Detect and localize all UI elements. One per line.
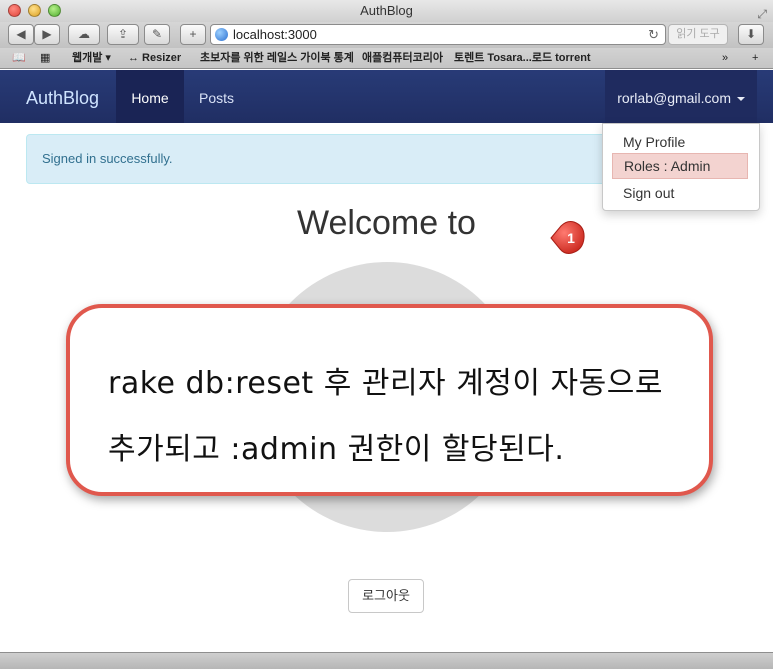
bookmark-item[interactable]: 토렌트 Tosara...로드 torrent	[454, 48, 591, 69]
address-url: localhost:3000	[233, 27, 317, 42]
menu-item-sign-out[interactable]: Sign out	[603, 180, 759, 206]
share-icon[interactable]: ⇪	[107, 24, 139, 45]
new-tab-button[interactable]: +	[180, 24, 206, 45]
callout-line-2: 추가되고 :admin 권한이 할당된다.	[108, 432, 565, 467]
bookmark-item[interactable]: ↔ Resizer	[128, 48, 181, 69]
address-bar[interactable]: localhost:3000 ↻	[210, 24, 666, 45]
bookmark-item[interactable]: 웹개발 ▾	[72, 48, 111, 69]
reader-button[interactable]: 읽기 도구	[668, 24, 728, 45]
zoom-window-button[interactable]	[48, 4, 61, 17]
caret-down-icon	[737, 97, 745, 102]
annotation-callout: rake db:reset 후 관리자 계정이 자동으로 추가되고 :admin…	[66, 304, 713, 496]
top-sites-icon[interactable]: ▦	[40, 48, 50, 69]
bookmarks-bar: 📖 ▦ 웹개발 ▾ ↔ Resizer 초보자를 위한 레일스 가이북 통계 애…	[0, 48, 773, 69]
nav-home-link[interactable]: Home	[116, 70, 184, 123]
more-bookmarks-icon[interactable]: »	[722, 48, 728, 69]
user-dropdown-menu: My Profile Roles : Admin Sign out	[602, 123, 760, 211]
status-bar	[0, 652, 773, 669]
browser-window: AuthBlog ⤢ ◀ ▶ ☁ ⇪ ✎ + localhost:3000 ↻ …	[0, 0, 773, 669]
nav-posts-link[interactable]: Posts	[199, 70, 234, 126]
window-title: AuthBlog	[360, 3, 413, 18]
reading-list-icon[interactable]: 📖	[12, 48, 26, 69]
user-menu-toggle[interactable]: rorlab@gmail.com	[605, 70, 757, 126]
wrench-icon[interactable]: ✎	[144, 24, 170, 45]
globe-icon	[215, 28, 228, 41]
add-tab-icon[interactable]: +	[752, 48, 758, 69]
back-button[interactable]: ◀	[8, 24, 34, 45]
bookmark-item[interactable]: 애플컴퓨터코리아	[362, 48, 443, 69]
forward-button[interactable]: ▶	[34, 24, 60, 45]
user-email: rorlab@gmail.com	[617, 90, 731, 106]
annotation-badge: 1	[550, 221, 585, 254]
menu-item-my-profile[interactable]: My Profile	[603, 129, 759, 155]
menu-item-roles[interactable]: Roles : Admin	[612, 153, 748, 179]
downloads-icon[interactable]: ⬇	[738, 24, 764, 45]
browser-toolbar: ◀ ▶ ☁ ⇪ ✎ + localhost:3000 ↻ 읽기 도구 ⬇	[0, 22, 773, 48]
navbar: AuthBlog Home Posts rorlab@gmail.com	[0, 70, 773, 126]
welcome-heading: Welcome to	[297, 204, 476, 242]
callout-line-1: rake db:reset 후 관리자 계정이 자동으로	[108, 366, 663, 401]
title-bar: AuthBlog ⤢	[0, 0, 773, 22]
window-controls	[8, 4, 61, 17]
reload-icon[interactable]: ↻	[648, 25, 659, 44]
badge-number: 1	[567, 230, 575, 246]
icloud-icon[interactable]: ☁	[68, 24, 100, 45]
logout-button[interactable]: 로그아웃	[348, 579, 424, 613]
minimize-window-button[interactable]	[28, 4, 41, 17]
close-window-button[interactable]	[8, 4, 21, 17]
brand-link[interactable]: AuthBlog	[26, 70, 99, 126]
web-page: AuthBlog Home Posts rorlab@gmail.com Sig…	[0, 70, 773, 652]
bookmark-item[interactable]: 초보자를 위한 레일스 가이북 통계	[200, 48, 354, 69]
